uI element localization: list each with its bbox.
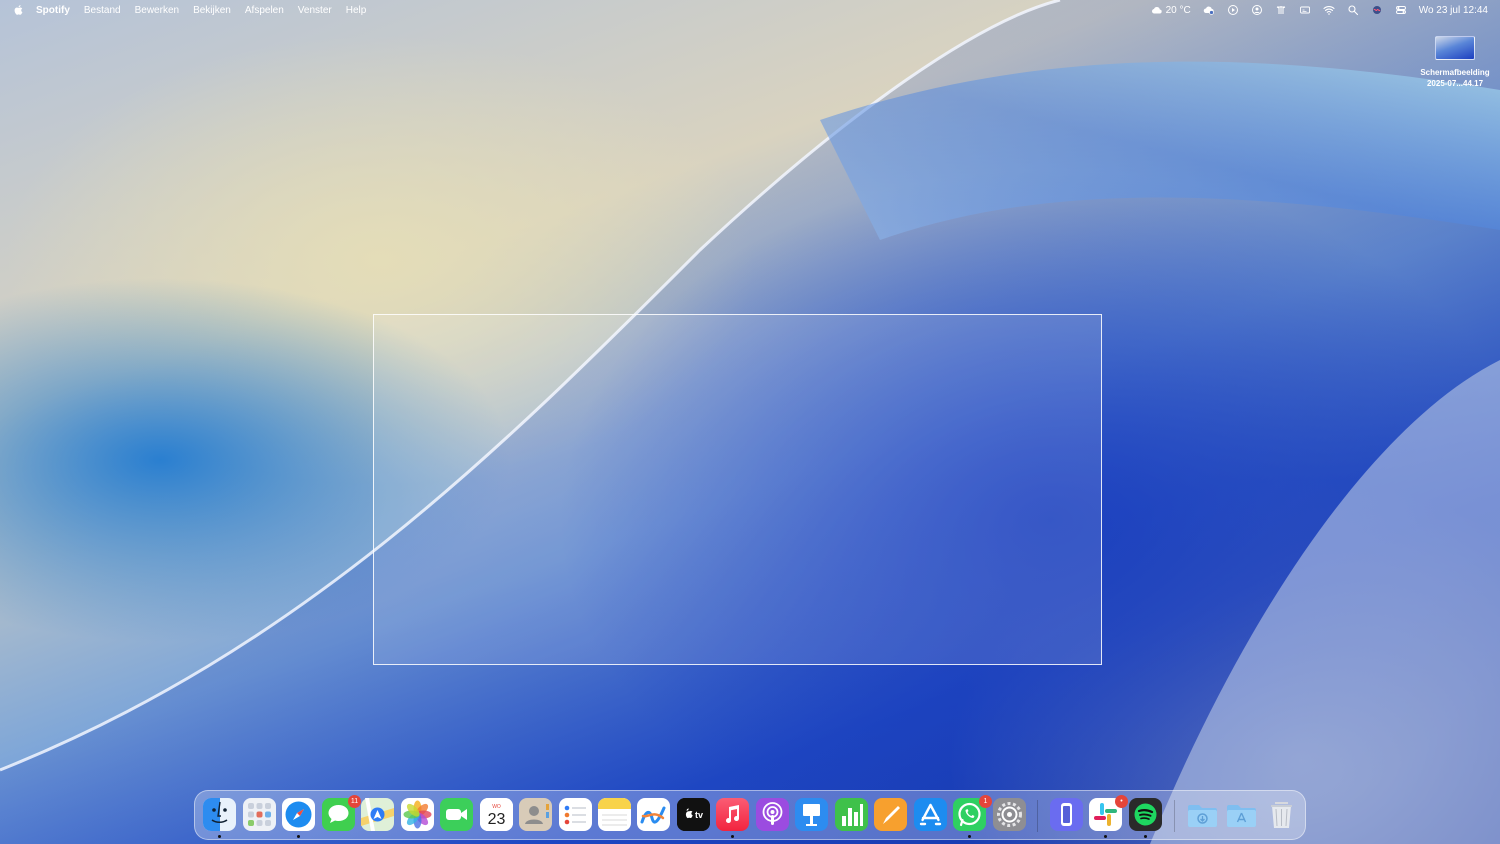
menu-file[interactable]: Bestand (84, 5, 121, 16)
finder-icon[interactable] (203, 798, 236, 831)
launchpad-icon[interactable] (243, 798, 276, 831)
spotlight-status[interactable] (1347, 4, 1359, 16)
display-status[interactable] (1299, 4, 1311, 16)
settings-icon[interactable] (993, 798, 1026, 831)
downloads-folder-icon[interactable] (1186, 798, 1219, 831)
menu-app-name[interactable]: Spotify (36, 5, 70, 16)
control-center-icon (1395, 6, 1406, 14)
menu-view[interactable]: Bekijken (193, 5, 231, 16)
safari-icon[interactable] (282, 798, 315, 831)
slack-icon[interactable]: • (1089, 795, 1128, 831)
finder-running-indicator (218, 835, 221, 838)
freeform-icon[interactable] (637, 798, 670, 831)
notes-icon[interactable] (598, 798, 631, 831)
menu-clock[interactable]: Wo 23 jul 12:44 (1419, 5, 1488, 16)
maps-icon[interactable] (361, 798, 394, 831)
slack-running-indicator (1104, 835, 1107, 838)
slack-badge: • (1115, 795, 1128, 808)
user-circle-icon (1251, 5, 1262, 15)
play-circle-icon (1227, 5, 1238, 15)
spotify-icon[interactable] (1129, 798, 1162, 831)
numbers-icon[interactable] (835, 798, 868, 831)
music-running-indicator (731, 835, 734, 838)
now-playing-status[interactable] (1227, 4, 1239, 16)
menu-window[interactable]: Venster (298, 5, 332, 16)
messages-badge: 11 (348, 795, 361, 808)
safari-running-indicator (297, 835, 300, 838)
spotify-running-indicator (1144, 835, 1147, 838)
keynote-icon[interactable] (795, 798, 828, 831)
dock-separator (1174, 800, 1175, 832)
calendar-weekday: WO (492, 804, 501, 810)
whatsapp-running-indicator (968, 835, 971, 838)
siri-status[interactable] (1371, 4, 1383, 16)
airdrop-icon (1276, 6, 1285, 14)
screenshot-selection-area[interactable] (373, 314, 1102, 665)
contacts-icon[interactable] (519, 798, 552, 831)
wifi-status[interactable] (1323, 4, 1335, 16)
weather-status[interactable]: 20 °C (1151, 4, 1191, 16)
pages-icon[interactable] (874, 798, 907, 831)
podcasts-icon[interactable] (756, 798, 789, 831)
cloud-icon (1151, 6, 1162, 14)
whatsapp-badge: 1 (979, 795, 992, 808)
applications-folder-icon[interactable] (1225, 798, 1258, 831)
file-name-line1: Schermafbeelding (1420, 68, 1490, 77)
apple-menu-icon[interactable] (13, 4, 25, 16)
trash-icon[interactable] (1265, 798, 1298, 831)
display-icon (1299, 6, 1310, 14)
tv-icon[interactable]: tv (677, 798, 710, 831)
weather-temperature: 20 °C (1165, 4, 1191, 16)
wifi-icon (1323, 6, 1335, 15)
menu-playback[interactable]: Afspelen (245, 5, 284, 16)
facetime-icon[interactable] (440, 798, 473, 831)
menu-bar: Spotify Bestand Bewerken Bekijken Afspel… (0, 0, 1500, 20)
screenshot-thumbnail (1435, 36, 1475, 60)
siri-icon (1372, 6, 1381, 14)
desktop-screenshot-file[interactable]: Schermafbeelding 2025-07...44.17 (1410, 34, 1500, 89)
menu-edit[interactable]: Bewerken (135, 5, 179, 16)
user-status[interactable] (1251, 4, 1263, 16)
iphone-mirroring-icon[interactable] (1050, 798, 1083, 831)
app-store-icon[interactable] (914, 798, 947, 831)
tv-label: tv (695, 810, 703, 820)
dock: 11 WO 23 tv 1 • (194, 790, 1306, 840)
control-center-status[interactable] (1395, 4, 1407, 16)
music-icon[interactable] (716, 798, 749, 831)
cloud-sync-icon (1203, 6, 1214, 15)
calendar-day: 23 (488, 811, 506, 828)
photos-icon[interactable] (401, 798, 434, 831)
search-icon (1348, 5, 1358, 16)
file-name-line2: 2025-07...44.17 (1426, 79, 1484, 88)
dock-separator (1037, 800, 1038, 832)
whatsapp-icon[interactable]: 1 (953, 795, 992, 831)
reminders-icon[interactable] (559, 798, 592, 831)
menu-help[interactable]: Help (346, 5, 367, 16)
calendar-icon[interactable]: WO 23 (480, 798, 513, 831)
airdrop-status[interactable] (1275, 4, 1287, 16)
icloud-status[interactable] (1203, 4, 1215, 16)
messages-icon[interactable]: 11 (322, 795, 361, 831)
